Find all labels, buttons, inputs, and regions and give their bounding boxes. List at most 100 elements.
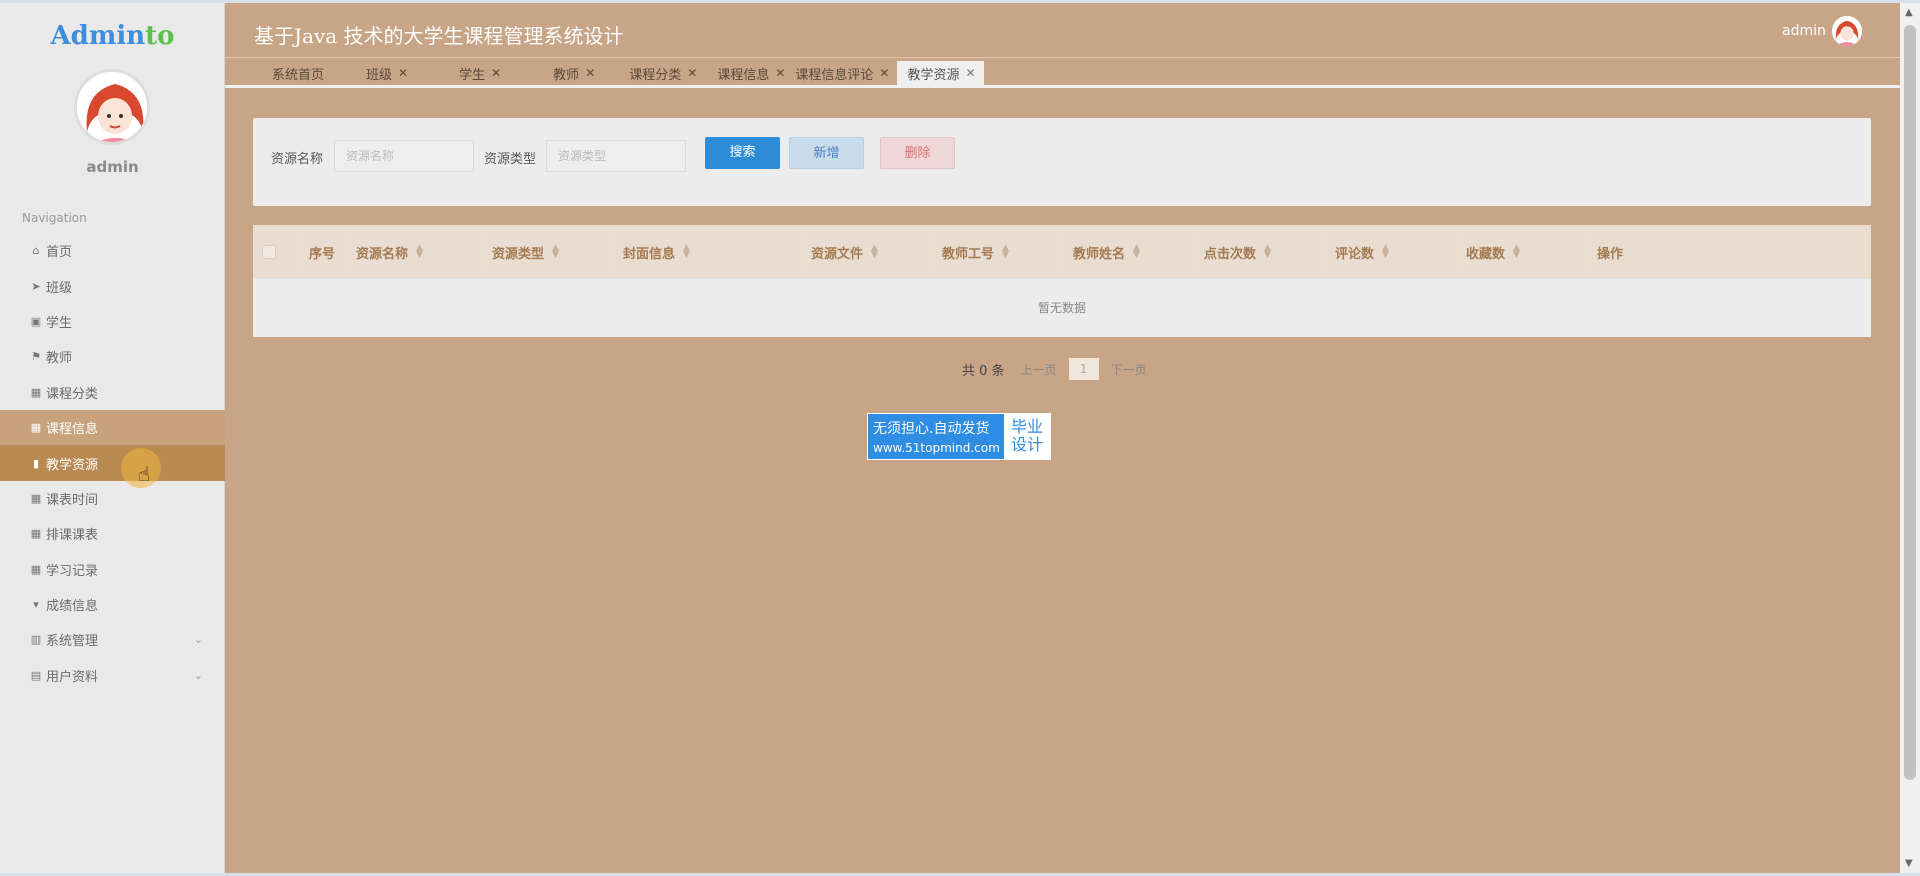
- sidebar-item-label: 课程分类: [46, 386, 99, 402]
- search-button[interactable]: 搜索: [705, 137, 780, 169]
- grid-icon: ▦: [30, 527, 42, 541]
- tab-teaching-resources[interactable]: 教学资源 ✕: [897, 61, 984, 85]
- tab-label: 班级: [366, 67, 393, 83]
- sort-icon[interactable]: ▲ ▼: [871, 244, 878, 260]
- sidebar-item-label: 班级: [46, 280, 73, 296]
- scroll-down-icon[interactable]: ▼: [1905, 858, 1913, 869]
- select-all-checkbox[interactable]: [262, 245, 276, 259]
- watermark-right1: 毕业: [1010, 417, 1043, 436]
- tab-label: 课程信息评论: [795, 67, 874, 83]
- chevron-down-icon: ⌄: [193, 668, 203, 682]
- sort-icon[interactable]: ▲ ▼: [1382, 244, 1389, 260]
- search-panel: 资源名称 资源名称 资源类型 资源类型 搜索 新增 删除: [253, 118, 1871, 206]
- sidebar-item-schedule-time[interactable]: ▦ 课表时间: [0, 481, 225, 516]
- delete-button[interactable]: 删除: [880, 137, 955, 169]
- tab-label: 系统首页: [272, 67, 325, 83]
- close-icon[interactable]: ✕: [398, 66, 408, 80]
- sidebar-item-label: 学习记录: [46, 563, 99, 579]
- sidebar-item-label: 课表时间: [46, 492, 99, 508]
- tab-home[interactable]: 系统首页: [227, 61, 324, 85]
- sidebar-item-label: 课程信息: [46, 422, 99, 438]
- select-all-cell: [253, 225, 300, 279]
- next-page-button[interactable]: 下一页: [1111, 361, 1147, 378]
- sidebar-item-teachers[interactable]: ⚑ 教师: [0, 339, 225, 374]
- sidebar-item-timetable[interactable]: ▦ 排课课表: [0, 516, 225, 551]
- sort-icon[interactable]: ▲ ▼: [552, 244, 559, 260]
- brand-logo[interactable]: Adminto: [0, 21, 225, 51]
- sidebar-item-students[interactable]: ▣ 学生: [0, 304, 225, 339]
- sidebar: Adminto admin Navigation ⌂ 首页 ➤ 班级 ▣ 学生 …: [0, 3, 225, 873]
- column-header[interactable]: 教师工号 ▲ ▼: [933, 225, 1064, 279]
- sort-icon[interactable]: ▲ ▼: [1513, 244, 1520, 260]
- tab-students[interactable]: 学生 ✕: [416, 61, 509, 85]
- sidebar-item-label: 排课课表: [46, 528, 99, 544]
- column-header[interactable]: 资源名称 ▲ ▼: [347, 225, 483, 279]
- grid-icon: ▦: [30, 562, 42, 576]
- close-icon[interactable]: ✕: [687, 66, 697, 80]
- sidebar-item-class[interactable]: ➤ 班级: [0, 268, 225, 303]
- sidebar-item-system-management[interactable]: ▥ 系统管理 ⌄: [0, 622, 225, 657]
- column-header[interactable]: 收藏数 ▲ ▼: [1457, 225, 1588, 279]
- page-number[interactable]: 1: [1068, 358, 1099, 380]
- tab-class[interactable]: 班级 ✕: [324, 61, 416, 85]
- sort-icon[interactable]: ▲ ▼: [1264, 244, 1271, 260]
- resource-type-input[interactable]: 资源类型: [546, 140, 686, 172]
- sidebar-item-home[interactable]: ⌂ 首页: [0, 233, 225, 268]
- avatar: [74, 69, 150, 145]
- sidebar-item-label: 教学资源: [46, 457, 99, 473]
- sidebar-item-study-records[interactable]: ▦ 学习记录: [0, 552, 225, 587]
- sort-icon[interactable]: ▲ ▼: [1002, 244, 1009, 260]
- sort-icon[interactable]: ▲ ▼: [416, 244, 423, 260]
- close-icon[interactable]: ✕: [775, 66, 785, 80]
- resource-name-input[interactable]: 资源名称: [334, 140, 474, 172]
- trophy-icon: ▾: [33, 598, 39, 612]
- pagination-total: 共 0 条: [962, 363, 1005, 379]
- tab-teachers[interactable]: 教师 ✕: [509, 61, 603, 85]
- tab-course-category[interactable]: 课程分类 ✕: [603, 61, 705, 85]
- flag-icon: ⚑: [31, 350, 41, 364]
- empty-state: 暂无数据: [1037, 301, 1086, 315]
- scrollbar-thumb[interactable]: [1904, 25, 1916, 780]
- hand-cursor-icon: ☝: [138, 462, 151, 486]
- avatar-girl-icon: [77, 72, 147, 142]
- tab-bar: 系统首页 班级 ✕ 学生 ✕ 教师 ✕ 课程分类 ✕ 课程信息 ✕ 课程信息评论…: [227, 61, 984, 85]
- sort-icon[interactable]: ▲ ▼: [1133, 244, 1140, 260]
- nav-section-title: Navigation: [22, 211, 87, 225]
- add-button[interactable]: 新增: [789, 137, 864, 169]
- column-header: 序号: [300, 225, 347, 279]
- header-avatar[interactable]: [1832, 16, 1862, 46]
- id-card-icon: ▤: [30, 668, 42, 682]
- prev-page-button[interactable]: 上一页: [1021, 361, 1057, 378]
- column-header: 操作: [1597, 246, 1624, 262]
- sidebar-item-user-profile[interactable]: ▤ 用户资料 ⌄: [0, 658, 225, 693]
- vertical-scrollbar[interactable]: ▲ ▼: [1900, 3, 1920, 873]
- sidebar-nav: ⌂ 首页 ➤ 班级 ▣ 学生 ⚑ 教师 ▦ 课程分类 ▦ 课程信息 ▮ 教学资源…: [0, 233, 225, 693]
- sidebar-item-course-info[interactable]: ▦ 课程信息: [0, 409, 225, 446]
- tab-course-info[interactable]: 课程信息 ✕: [705, 61, 793, 85]
- sidebar-username: admin: [86, 158, 139, 176]
- resource-name-label: 资源名称: [271, 152, 324, 167]
- column-header[interactable]: 评论数 ▲ ▼: [1326, 225, 1457, 279]
- sidebar-item-label: 用户资料: [46, 669, 99, 685]
- scroll-up-icon[interactable]: ▲: [1905, 7, 1913, 18]
- column-header[interactable]: 教师姓名 ▲ ▼: [1064, 225, 1195, 279]
- column-header[interactable]: 封面信息 ▲ ▼: [614, 225, 802, 279]
- chevron-down-icon: ⌄: [193, 633, 203, 647]
- bar-chart-icon: ▮: [32, 456, 40, 470]
- sidebar-item-teaching-resources[interactable]: ▮ 教学资源: [0, 445, 225, 481]
- sidebar-item-grades[interactable]: ▾ 成绩信息: [0, 587, 225, 622]
- close-icon[interactable]: ✕: [491, 66, 501, 80]
- sidebar-item-label: 首页: [46, 245, 73, 261]
- sidebar-item-course-category[interactable]: ▦ 课程分类: [0, 375, 225, 410]
- column-header[interactable]: 资源文件 ▲ ▼: [802, 225, 933, 279]
- close-icon[interactable]: ✕: [879, 66, 889, 80]
- close-icon[interactable]: ✕: [966, 66, 976, 80]
- tab-course-comments[interactable]: 课程信息评论 ✕: [793, 61, 897, 85]
- column-header[interactable]: 资源类型 ▲ ▼: [483, 225, 614, 279]
- watermark-url: www.51topmind.com: [873, 441, 1000, 455]
- close-icon[interactable]: ✕: [585, 66, 595, 80]
- sort-icon[interactable]: ▲ ▼: [683, 244, 690, 260]
- pagination: 共 0 条 上一页 1 下一页: [962, 357, 1147, 381]
- header-username[interactable]: admin: [1782, 23, 1826, 39]
- column-header[interactable]: 点击次数 ▲ ▼: [1195, 225, 1326, 279]
